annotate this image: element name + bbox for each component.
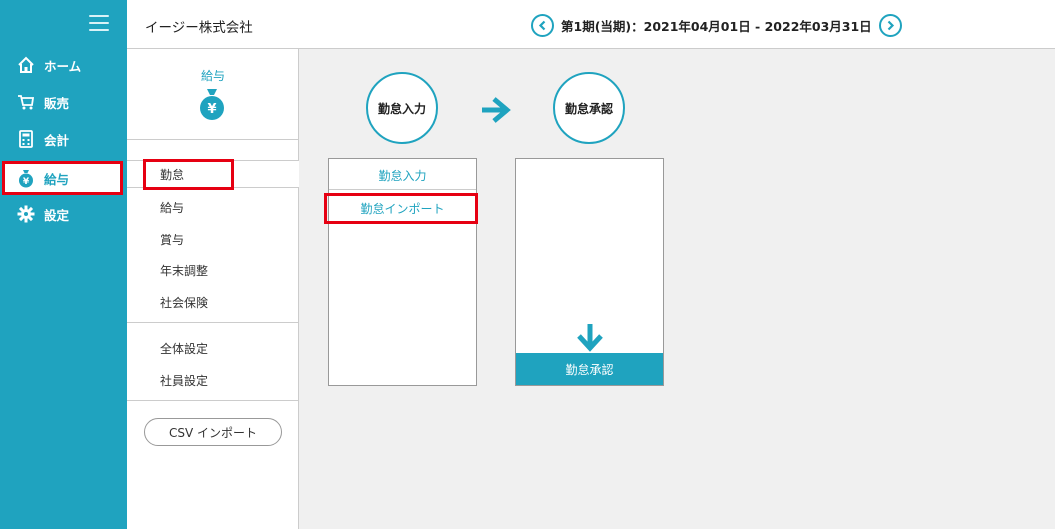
sidebar-item-label: 設定 <box>44 207 70 223</box>
chevron-right-icon <box>887 20 894 30</box>
attendance-import-link[interactable]: 勤怠インポート <box>329 200 476 217</box>
submenu-item-payroll[interactable]: 給与 <box>160 199 184 216</box>
submenu-header: 給与 ¥ <box>127 49 299 140</box>
company-name: イージー株式会社 <box>145 20 253 36</box>
arrow-down-icon <box>577 324 603 352</box>
sidebar-item-sales[interactable]: 販売 <box>0 85 127 119</box>
gear-icon <box>16 204 36 224</box>
hamburger-menu-icon[interactable] <box>89 15 109 31</box>
money-bag-icon: ¥ <box>16 168 36 188</box>
sidebar-item-payroll[interactable]: ¥ 給与 <box>2 161 123 195</box>
next-period-button[interactable] <box>878 13 902 37</box>
submenu-item-year-end[interactable]: 年末調整 <box>160 262 208 279</box>
step-attendance-input: 勤怠入力 <box>366 72 438 144</box>
submenu-item-global-settings[interactable]: 全体設定 <box>160 340 208 357</box>
submenu-item-bonus[interactable]: 賞与 <box>160 231 184 248</box>
payroll-submenu: 給与 ¥ 勤怠 給与 賞与 年末調整 社会保険 全体設定 社員設定 CSV イン… <box>127 49 299 529</box>
submenu-divider <box>127 322 299 323</box>
sidebar-item-label: 販売 <box>44 95 70 111</box>
sidebar-item-label: 給与 <box>44 171 70 187</box>
submenu-active-row <box>127 160 299 188</box>
submenu-divider <box>127 400 299 401</box>
attendance-approval-panel: 勤怠承認 <box>515 158 664 386</box>
submenu-title: 給与 <box>200 69 225 83</box>
step-attendance-approval: 勤怠承認 <box>553 72 625 144</box>
top-header: イージー株式会社 第1期(当期)：2021年04月01日 - 2022年03月3… <box>127 0 1055 49</box>
money-bag-icon: ¥ <box>200 89 224 120</box>
calculator-icon <box>16 129 36 149</box>
prev-period-button[interactable] <box>531 13 554 37</box>
panel-divider <box>329 189 476 190</box>
home-icon <box>16 55 36 75</box>
sidebar-item-home[interactable]: ホーム <box>0 48 127 82</box>
period-label: 第1期(当期)：2021年04月01日 - 2022年03月31日 <box>561 18 872 34</box>
period-selector: 第1期(当期)：2021年04月01日 - 2022年03月31日 <box>531 13 902 37</box>
attendance-input-link[interactable]: 勤怠入力 <box>329 167 476 184</box>
sidebar: ホーム 販売 会計 ¥ 給与 設定 <box>0 0 127 529</box>
attendance-input-panel: 勤怠入力 勤怠インポート <box>328 158 477 386</box>
submenu-item-employee-settings[interactable]: 社員設定 <box>160 372 208 389</box>
sidebar-item-accounting[interactable]: 会計 <box>0 122 127 156</box>
chevron-left-icon <box>538 20 546 30</box>
submenu-item-attendance[interactable]: 勤怠 <box>160 166 184 183</box>
submenu-item-social-insurance[interactable]: 社会保険 <box>160 294 208 311</box>
attendance-approval-button[interactable]: 勤怠承認 <box>516 353 663 385</box>
cart-icon <box>16 92 36 112</box>
arrow-right-icon <box>482 97 511 123</box>
csv-import-button[interactable]: CSV インポート <box>144 418 282 446</box>
sidebar-item-label: 会計 <box>44 132 70 148</box>
sidebar-item-label: ホーム <box>44 58 82 74</box>
sidebar-item-settings[interactable]: 設定 <box>0 197 127 231</box>
svg-text:¥: ¥ <box>207 102 216 117</box>
svg-text:¥: ¥ <box>23 177 30 187</box>
